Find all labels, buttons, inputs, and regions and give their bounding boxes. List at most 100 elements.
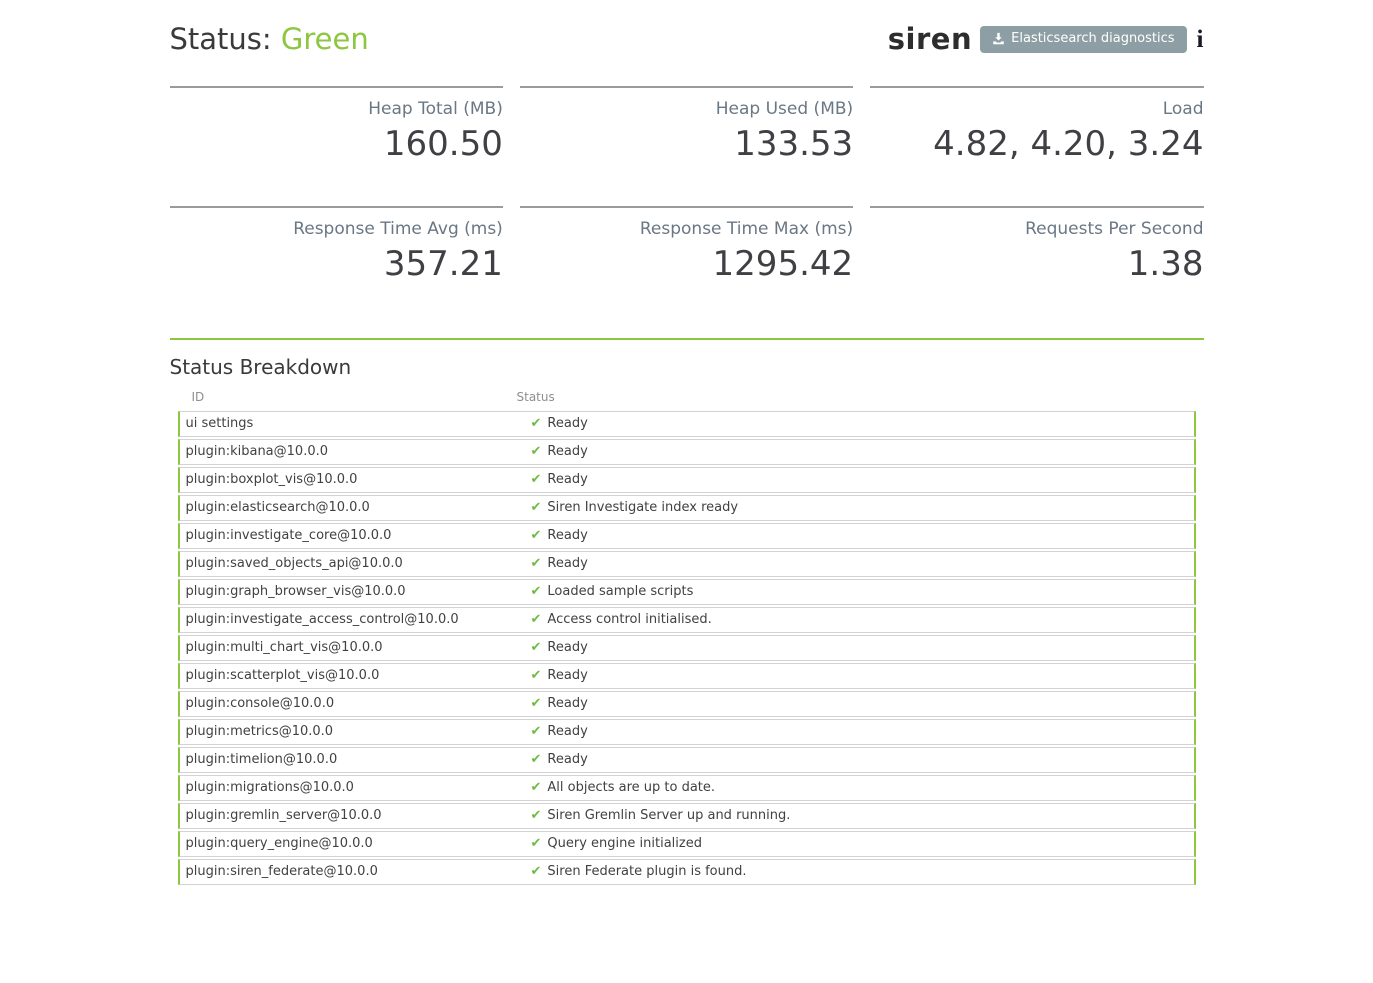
status-table-row: plugin:migrations@10.0.0 ✔ All objects a… [178, 775, 1196, 801]
status-row-message: Access control initialised. [547, 611, 711, 629]
breakdown-title: Status Breakdown [170, 355, 1204, 379]
status-table-row: plugin:metrics@10.0.0 ✔ Ready [178, 719, 1196, 745]
status-row-id: plugin:investigate_core@10.0.0 [186, 527, 531, 545]
status-table-row: ui settings ✔ Ready [178, 411, 1196, 437]
check-icon: ✔ [531, 499, 542, 517]
status-page: Status: Green siren Elasticsearch diagno… [170, 0, 1204, 885]
status-row-status: ✔ Loaded sample scripts [531, 583, 1186, 601]
status-row-message: Loaded sample scripts [547, 583, 693, 601]
status-row-message: Ready [547, 667, 587, 685]
status-label: Status: [170, 22, 272, 56]
column-header-id: ID [178, 390, 517, 404]
status-table-row: plugin:investigate_access_control@10.0.0… [178, 607, 1196, 633]
status-table-row: plugin:scatterplot_vis@10.0.0 ✔ Ready [178, 663, 1196, 689]
status-row-status: ✔ Ready [531, 527, 1186, 545]
metric-label: Heap Used (MB) [520, 96, 853, 122]
status-row-id: plugin:elasticsearch@10.0.0 [186, 499, 531, 517]
metric-label: Response Time Avg (ms) [170, 216, 503, 242]
status-table-row: plugin:timelion@10.0.0 ✔ Ready [178, 747, 1196, 773]
status-row-id: plugin:timelion@10.0.0 [186, 751, 531, 769]
page-title: Status: Green [170, 22, 369, 56]
metric-value: 160.50 [170, 122, 503, 166]
diagnostics-button-label: Elasticsearch diagnostics [1011, 31, 1174, 47]
status-row-message: Ready [547, 415, 587, 433]
metric-value: 133.53 [520, 122, 853, 166]
status-row-id: plugin:investigate_access_control@10.0.0 [186, 611, 531, 629]
status-row-id: plugin:saved_objects_api@10.0.0 [186, 555, 531, 573]
status-row-id: plugin:gremlin_server@10.0.0 [186, 807, 531, 825]
status-table-row: plugin:console@10.0.0 ✔ Ready [178, 691, 1196, 717]
status-table-body: ui settings ✔ Ready plugin:kibana@10.0.0… [178, 411, 1196, 885]
status-table-row: plugin:graph_browser_vis@10.0.0 ✔ Loaded… [178, 579, 1196, 605]
status-row-id: plugin:multi_chart_vis@10.0.0 [186, 639, 531, 657]
status-table-row: plugin:kibana@10.0.0 ✔ Ready [178, 439, 1196, 465]
metric-card: Response Time Max (ms) 1295.42 [520, 206, 853, 306]
status-row-id: plugin:scatterplot_vis@10.0.0 [186, 667, 531, 685]
status-table-row: plugin:multi_chart_vis@10.0.0 ✔ Ready [178, 635, 1196, 661]
status-row-id: plugin:siren_federate@10.0.0 [186, 863, 531, 881]
status-row-message: All objects are up to date. [547, 779, 715, 797]
status-table-row: plugin:boxplot_vis@10.0.0 ✔ Ready [178, 467, 1196, 493]
metric-card: Heap Total (MB) 160.50 [170, 86, 503, 186]
status-row-message: Ready [547, 443, 587, 461]
elasticsearch-diagnostics-button[interactable]: Elasticsearch diagnostics [980, 26, 1186, 53]
metric-label: Heap Total (MB) [170, 96, 503, 122]
metric-value: 357.21 [170, 242, 503, 286]
check-icon: ✔ [531, 723, 542, 741]
status-row-status: ✔ Ready [531, 443, 1186, 461]
check-icon: ✔ [531, 443, 542, 461]
status-row-message: Siren Federate plugin is found. [547, 863, 746, 881]
status-row-status: ✔ Siren Investigate index ready [531, 499, 1186, 517]
status-breakdown-section: Status Breakdown ID Status ui settings ✔… [170, 355, 1204, 885]
check-icon: ✔ [531, 695, 542, 713]
status-row-status: ✔ Query engine initialized [531, 835, 1186, 853]
status-row-status: ✔ All objects are up to date. [531, 779, 1186, 797]
check-icon: ✔ [531, 639, 542, 657]
status-row-status: ✔ Ready [531, 555, 1186, 573]
status-row-id: plugin:console@10.0.0 [186, 695, 531, 713]
check-icon: ✔ [531, 751, 542, 769]
status-row-message: Ready [547, 639, 587, 657]
status-row-status: ✔ Ready [531, 471, 1186, 489]
status-row-id: plugin:migrations@10.0.0 [186, 779, 531, 797]
check-icon: ✔ [531, 807, 542, 825]
metric-label: Load [870, 96, 1203, 122]
status-row-message: Siren Investigate index ready [547, 499, 738, 517]
metric-value: 1.38 [870, 242, 1203, 286]
metric-card: Load 4.82, 4.20, 3.24 [870, 86, 1203, 186]
siren-logo: siren [888, 22, 972, 56]
status-row-status: ✔ Ready [531, 415, 1186, 433]
status-table-row: plugin:gremlin_server@10.0.0 ✔ Siren Gre… [178, 803, 1196, 829]
check-icon: ✔ [531, 667, 542, 685]
check-icon: ✔ [531, 555, 542, 573]
check-icon: ✔ [531, 863, 542, 881]
page-header: Status: Green siren Elasticsearch diagno… [170, 13, 1204, 65]
status-row-status: ✔ Ready [531, 695, 1186, 713]
status-row-id: plugin:metrics@10.0.0 [186, 723, 531, 741]
section-divider [170, 338, 1204, 340]
check-icon: ✔ [531, 835, 542, 853]
metric-value: 1295.42 [520, 242, 853, 286]
status-table-row: plugin:elasticsearch@10.0.0 ✔ Siren Inve… [178, 495, 1196, 521]
status-row-message: Ready [547, 723, 587, 741]
metric-label: Response Time Max (ms) [520, 216, 853, 242]
status-row-status: ✔ Ready [531, 667, 1186, 685]
status-row-message: Ready [547, 527, 587, 545]
info-icon[interactable]: i [1197, 27, 1204, 52]
status-row-status: ✔ Access control initialised. [531, 611, 1186, 629]
status-row-id: plugin:query_engine@10.0.0 [186, 835, 531, 853]
status-row-status: ✔ Ready [531, 639, 1186, 657]
status-table-row: plugin:siren_federate@10.0.0 ✔ Siren Fed… [178, 859, 1196, 885]
check-icon: ✔ [531, 415, 542, 433]
metric-label: Requests Per Second [870, 216, 1203, 242]
metric-card: Response Time Avg (ms) 357.21 [170, 206, 503, 306]
status-row-message: Ready [547, 751, 587, 769]
status-row-status: ✔ Siren Federate plugin is found. [531, 863, 1186, 881]
status-row-id: ui settings [186, 415, 531, 433]
check-icon: ✔ [531, 779, 542, 797]
check-icon: ✔ [531, 611, 542, 629]
status-row-status: ✔ Ready [531, 751, 1186, 769]
status-row-status: ✔ Siren Gremlin Server up and running. [531, 807, 1186, 825]
check-icon: ✔ [531, 471, 542, 489]
metric-card: Heap Used (MB) 133.53 [520, 86, 853, 186]
